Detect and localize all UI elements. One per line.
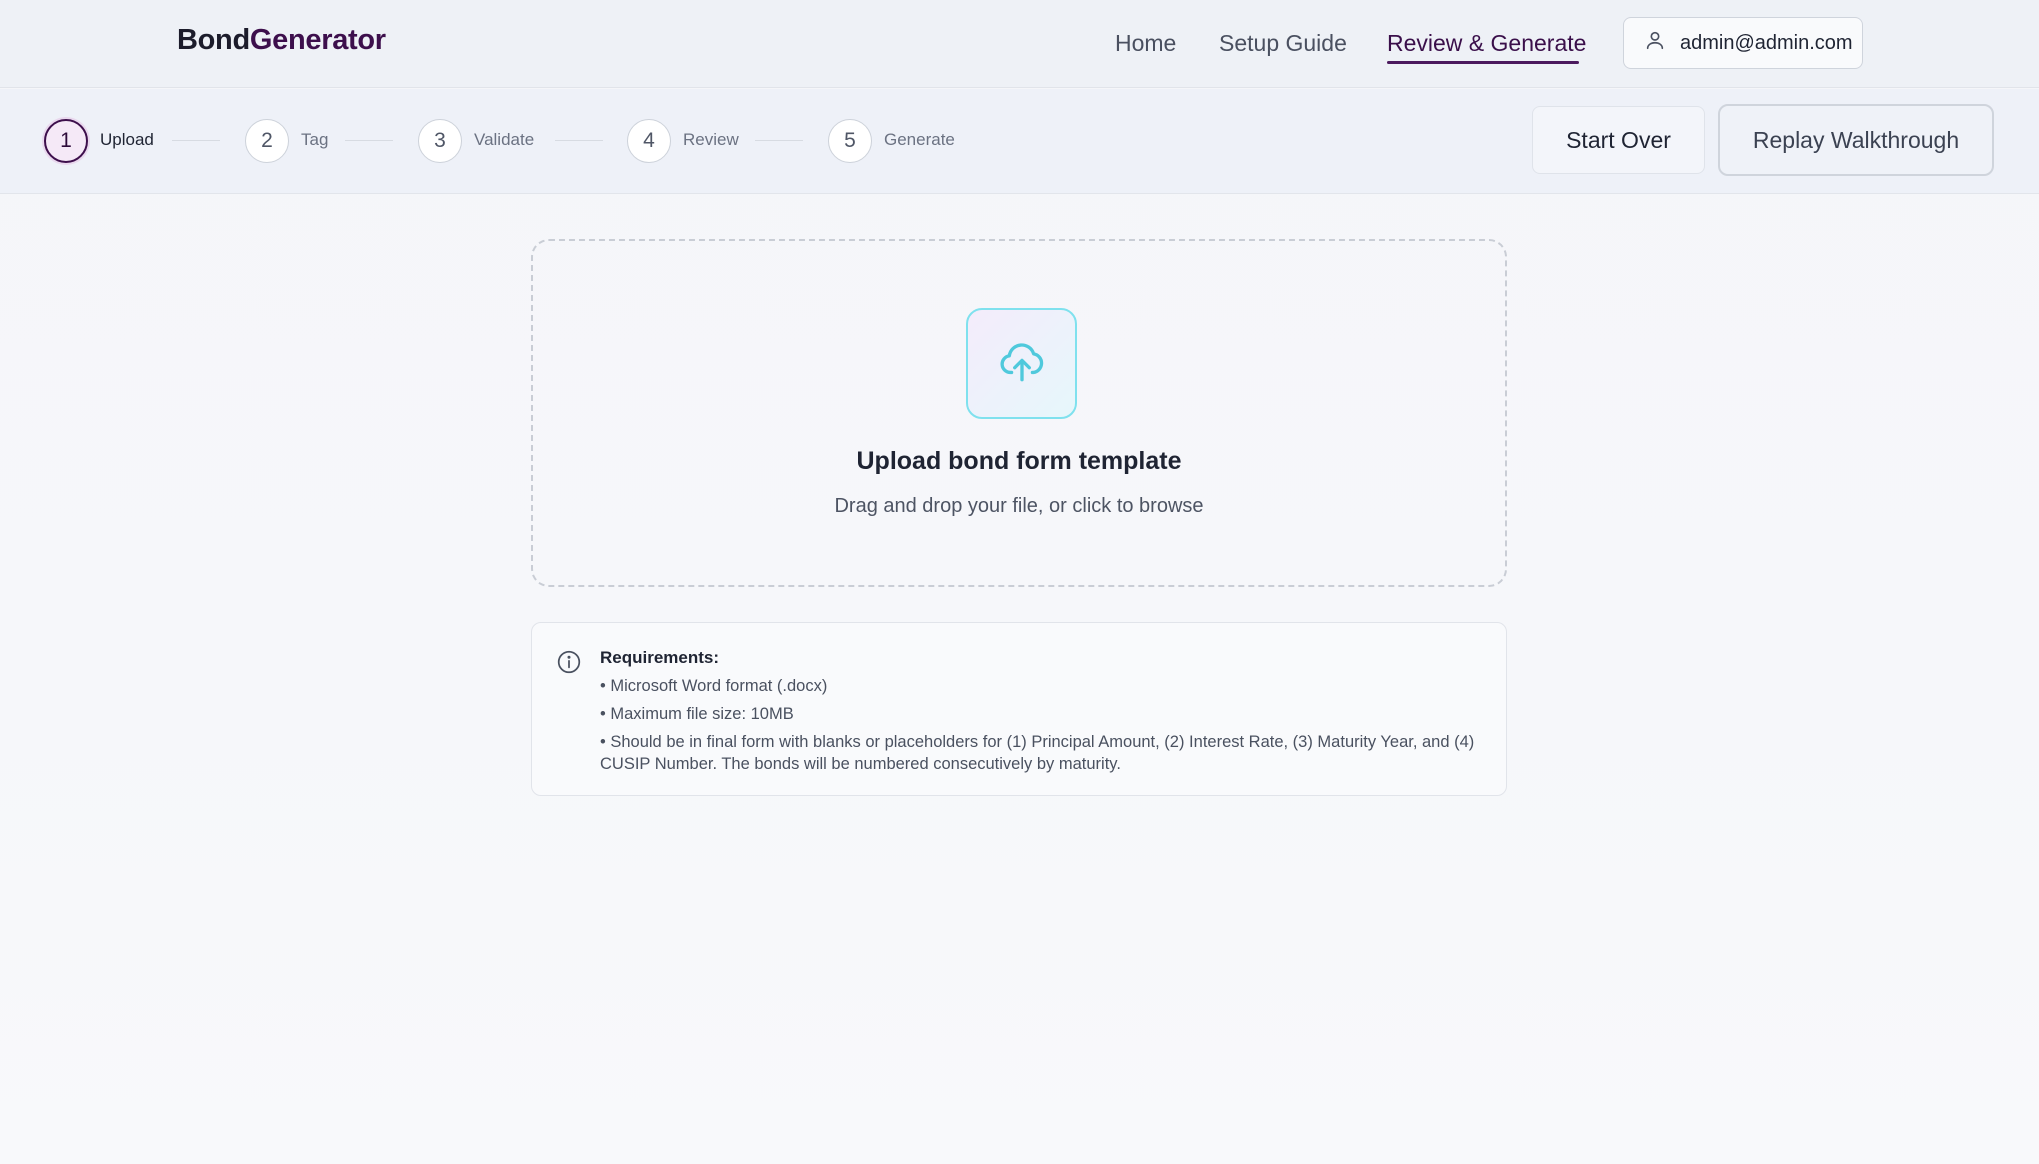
step-4-label: Review (683, 130, 739, 149)
step-1-label: Upload (100, 130, 154, 149)
requirement-item: • Should be in final form with blanks or… (600, 733, 1475, 773)
step-3-circle[interactable]: 3 (418, 119, 462, 163)
nav-review-generate[interactable]: Review & Generate (1387, 30, 1586, 57)
step-3-label: Validate (474, 130, 535, 149)
user-icon (1644, 29, 1666, 57)
step-connector (345, 140, 393, 141)
requirements-title: Requirements: (600, 648, 720, 667)
brand-part-1: Bond (177, 24, 250, 56)
user-email: admin@admin.com (1680, 31, 1853, 54)
upload-icon-tile (966, 308, 1077, 419)
step-4-circle[interactable]: 4 (627, 119, 671, 163)
step-2-label: Tag (301, 130, 329, 149)
step-5-label: Generate (884, 130, 955, 149)
active-nav-indicator (1387, 61, 1579, 64)
dropzone-subtitle: Drag and drop your file, or click to bro… (834, 495, 1204, 517)
cloud-upload-icon (997, 336, 1047, 391)
start-over-button[interactable]: Start Over (1532, 106, 1705, 174)
info-icon (556, 649, 582, 675)
requirements-panel: Requirements: • Microsoft Word format (.… (531, 622, 1507, 796)
top-nav: BondGenerator Home Setup Guide Review & … (0, 0, 2039, 88)
step-connector (172, 140, 220, 141)
requirements-body: Requirements: • Microsoft Word format (.… (600, 647, 1490, 775)
nav-home[interactable]: Home (1115, 30, 1176, 57)
brand-part-2: Generator (249, 24, 386, 56)
file-dropzone[interactable]: Upload bond form template Drag and drop … (531, 239, 1507, 587)
step-2-circle[interactable]: 2 (245, 119, 289, 163)
requirement-item: • Microsoft Word format (.docx) (600, 677, 828, 695)
stepper-bar: 1 Upload 2 Tag 3 Validate 4 Review 5 Gen… (0, 89, 2039, 194)
brand-logo[interactable]: BondGenerator (177, 24, 386, 57)
step-connector (555, 140, 603, 141)
step-connector (755, 140, 803, 141)
nav-setup-guide[interactable]: Setup Guide (1219, 30, 1347, 57)
dropzone-title: Upload bond form template (856, 447, 1182, 475)
requirement-item: • Maximum file size: 10MB (600, 705, 794, 723)
replay-walkthrough-button[interactable]: Replay Walkthrough (1718, 104, 1994, 176)
user-menu-button[interactable]: admin@admin.com (1623, 17, 1863, 69)
step-5-circle[interactable]: 5 (828, 119, 872, 163)
step-1-circle[interactable]: 1 (44, 119, 88, 163)
